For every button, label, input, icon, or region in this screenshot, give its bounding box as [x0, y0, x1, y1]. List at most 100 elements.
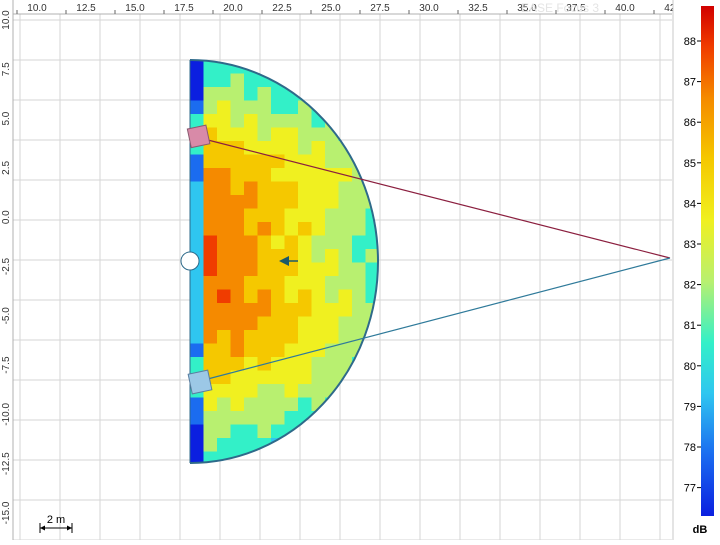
heatmap-cell	[244, 330, 258, 344]
heatmap-cell	[284, 114, 299, 128]
heatmap-cell	[190, 316, 204, 331]
heatmap-cell	[352, 60, 366, 74]
y-tick-label: 5.0	[1, 111, 12, 125]
heatmap-cell	[203, 87, 218, 101]
legend-tick-label: 82	[684, 280, 696, 292]
heatmap-cell	[284, 438, 299, 452]
heatmap-cell	[325, 249, 339, 263]
heatmap-cell	[271, 370, 285, 385]
heatmap-cell	[298, 262, 312, 277]
heatmap-cell	[325, 235, 339, 250]
heatmap-cell	[203, 168, 218, 182]
heatmap-cell	[338, 303, 353, 317]
heatmap-cell	[257, 249, 272, 263]
heatmap-cell	[217, 100, 231, 115]
y-tick-label: -7.5	[1, 356, 12, 374]
heatmap-cell	[257, 262, 272, 277]
heatmap-cell	[271, 141, 285, 155]
heatmap-cell	[230, 276, 245, 290]
heatmap-cell	[365, 343, 378, 358]
heatmap-cell	[365, 411, 378, 425]
heatmap-cell	[311, 249, 326, 263]
heatmap-cell	[244, 303, 258, 317]
heatmap-cell	[257, 411, 272, 425]
speaker-top[interactable]	[186, 124, 211, 149]
x-tick-label: 12.5	[76, 3, 96, 14]
heatmap-cell	[257, 222, 272, 236]
heatmap-cell	[298, 303, 312, 317]
legend-tick-label: 88	[684, 36, 696, 48]
x-tick-label: 22.5	[272, 3, 292, 14]
legend-tick-label: 87	[684, 77, 696, 89]
heatmap-cell	[217, 438, 231, 452]
heatmap-cell	[217, 249, 231, 263]
heatmap-cell	[325, 438, 339, 452]
heatmap-cell	[271, 451, 285, 463]
heatmap-cell	[271, 316, 285, 331]
heatmap-cell	[203, 181, 218, 196]
heatmap-cell	[203, 276, 218, 290]
heatmap-cell	[311, 303, 326, 317]
heatmap-cell	[203, 154, 218, 169]
heatmap-cell	[244, 343, 258, 358]
heatmap-cell	[311, 384, 326, 398]
heatmap-cell	[325, 181, 339, 196]
heatmap-cell	[217, 330, 231, 344]
heatmap-cell	[365, 127, 378, 142]
heatmap-cell	[352, 195, 366, 209]
heatmap-cell	[230, 114, 245, 128]
heatmap-cell	[284, 235, 299, 250]
heatmap-cell	[203, 235, 218, 250]
heatmap-cell	[217, 397, 231, 412]
heatmap-cell	[257, 316, 272, 331]
heatmap-cell	[271, 276, 285, 290]
heatmap-cell	[190, 73, 204, 88]
mapping-viewport[interactable]: 10.0 12.5 15.0 17.5 20.0 22.5 25.0 27.5 30.0 32.5…	[0, 0, 720, 541]
heatmap-cell	[298, 168, 312, 182]
heatmap-cell	[365, 141, 378, 155]
heatmap-cell	[325, 87, 339, 101]
heatmap-cell	[244, 289, 258, 304]
heatmap-cell	[352, 141, 366, 155]
x-tick-label: 30.0	[419, 3, 439, 14]
heatmap-cell	[352, 114, 366, 128]
heatmap-cell	[298, 330, 312, 344]
heatmap-cell	[271, 100, 285, 115]
heatmap-cell	[284, 411, 299, 425]
heatmap-cell	[325, 330, 339, 344]
heatmap-cell	[338, 87, 353, 101]
speaker-bottom[interactable]	[187, 369, 213, 395]
heatmap-cell	[284, 451, 299, 463]
heatmap-cell	[311, 141, 326, 155]
heatmap-cell	[352, 87, 366, 101]
heatmap-cell	[325, 262, 339, 277]
heatmap-cell	[352, 249, 366, 263]
x-tick-label: 40.0	[615, 3, 635, 14]
heatmap-cell	[230, 424, 245, 439]
heatmap-cell	[338, 316, 353, 331]
heatmap-cell	[325, 303, 339, 317]
heatmap-cell	[230, 384, 245, 398]
heatmap-cell	[311, 222, 326, 236]
heatmap-cell	[257, 424, 272, 439]
heatmap-cell	[284, 276, 299, 290]
heatmap-cell	[190, 222, 204, 236]
heatmap-cell	[230, 181, 245, 196]
heatmap-cell	[257, 168, 272, 182]
heatmap-cell	[190, 87, 204, 101]
heatmap-cell	[244, 235, 258, 250]
heatmap-cell	[217, 357, 231, 371]
heatmap-cell	[352, 73, 366, 88]
y-tick-label: -10.0	[1, 403, 12, 426]
heatmap-cell	[298, 235, 312, 250]
coverage-map[interactable]: 10.0 12.5 15.0 17.5 20.0 22.5 25.0 27.5 30.0 32.5…	[0, 0, 720, 541]
heatmap-cell	[244, 208, 258, 223]
heatmap-cell	[338, 357, 353, 371]
heatmap-cell	[190, 235, 204, 250]
heatmap-cell	[244, 100, 258, 115]
legend-tick-label: 84	[684, 198, 696, 210]
heatmap-cell	[271, 60, 285, 74]
heatmap-cell	[311, 289, 326, 304]
heatmap-cell	[298, 276, 312, 290]
heatmap-cell	[338, 397, 353, 412]
